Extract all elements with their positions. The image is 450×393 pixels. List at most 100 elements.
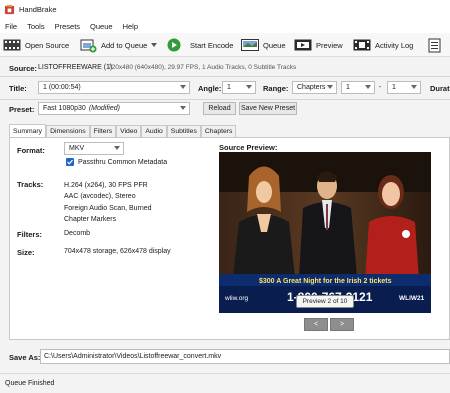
source-preview-image: $300 A Great Night for the Irish 2 ticke…	[219, 152, 431, 313]
menu-tools[interactable]: Tools	[22, 22, 50, 31]
ticker-text: $300 A Great Night for the Irish 2 ticke…	[259, 278, 392, 285]
tab-summary[interactable]: Summary	[9, 124, 47, 137]
duration-label: Durati	[430, 84, 450, 93]
preview-label: Preview	[316, 40, 343, 50]
save-as-path-input[interactable]: C:\Users\Administrator\Videos\Listoffree…	[40, 349, 450, 364]
track-item: AAC (avcodec), Stereo	[64, 193, 136, 201]
window-title: HandBrake	[19, 5, 57, 14]
preset-select-value: Fast 1080p30	[43, 105, 86, 112]
presets-icon	[428, 38, 441, 52]
angle-label: Angle:	[198, 84, 222, 93]
track-item: Foreign Audio Scan, Burned	[64, 204, 152, 212]
queue-label: Queue	[263, 40, 286, 50]
filters-value: Decomb	[64, 230, 91, 237]
track-item: Chapter Markers	[64, 215, 117, 223]
range-type-select[interactable]: Chapters	[292, 81, 337, 94]
preview-button[interactable]: Preview	[294, 36, 343, 54]
check-icon	[67, 159, 73, 165]
range-end-select[interactable]: 1	[387, 81, 421, 94]
tab-chapters[interactable]: Chapters	[200, 125, 237, 137]
presets-button[interactable]	[428, 36, 442, 54]
chevron-down-icon	[180, 106, 186, 110]
title-bar: HandBrake	[0, 0, 450, 19]
chevron-down-icon	[114, 146, 120, 150]
range-type-value: Chapters	[297, 84, 326, 91]
format-select-value: MKV	[69, 145, 85, 152]
range-separator: -	[379, 84, 382, 91]
add-queue-icon	[80, 39, 97, 52]
menu-presets[interactable]: Presets	[50, 22, 85, 31]
preset-label: Preset:	[9, 105, 35, 114]
tab-subtitles[interactable]: Subtitles	[166, 125, 201, 137]
activity-log-button[interactable]: Activity Log	[353, 36, 413, 54]
preview-scene: $300 A Great Night for the Irish 2 ticke…	[219, 152, 431, 313]
tab-filters[interactable]: Filters	[89, 125, 117, 137]
chevron-down-icon	[411, 85, 417, 89]
add-to-queue-label: Add to Queue	[101, 40, 148, 50]
handbrake-logo-icon	[4, 4, 15, 15]
reload-button[interactable]: Reload	[203, 102, 236, 115]
chevron-down-icon	[246, 85, 252, 89]
divider	[0, 76, 450, 77]
tab-video[interactable]: Video	[116, 125, 142, 137]
preset-modified: (Modified)	[88, 105, 120, 112]
format-select[interactable]: MKV	[64, 142, 124, 155]
source-preview-label: Source Preview:	[219, 143, 278, 152]
menu-queue[interactable]: Queue	[85, 22, 118, 31]
preview-counter: Preview 2 of 10	[296, 295, 354, 308]
station-left: wliw.org	[224, 295, 249, 302]
chevron-down-icon	[180, 85, 186, 89]
save-as-label: Save As:	[9, 353, 41, 362]
queue-icon	[241, 39, 259, 51]
preset-select[interactable]: Fast 1080p30 (Modified)	[38, 102, 190, 115]
tab-bar: Summary Dimensions Filters Video Audio S…	[9, 124, 237, 137]
range-end-value: 1	[392, 84, 396, 91]
activity-log-label: Activity Log	[375, 40, 414, 50]
title-label: Title:	[9, 84, 27, 93]
toolbar: Open Source Add to Queue Start Encode Qu…	[0, 33, 450, 57]
station-right: WLIW21	[399, 295, 425, 302]
status-bar: Queue Finished	[0, 373, 450, 393]
preview-next-button[interactable]: >	[330, 318, 354, 331]
start-encode-button[interactable]: Start Encode	[167, 36, 233, 54]
tab-audio[interactable]: Audio	[141, 125, 167, 137]
range-start-select[interactable]: 1	[341, 81, 375, 94]
queue-button[interactable]: Queue	[241, 36, 286, 54]
status-text: Queue Finished	[5, 380, 55, 387]
title-select-value: 1 (00:00:54)	[43, 84, 81, 91]
range-start-value: 1	[346, 84, 350, 91]
passthru-checkbox[interactable]	[66, 158, 74, 166]
play-icon	[167, 38, 181, 52]
add-to-queue-button[interactable]: Add to Queue	[80, 36, 158, 54]
start-encode-label: Start Encode	[190, 40, 234, 50]
angle-select-value: 1	[227, 84, 231, 91]
tracks-label: Tracks:	[17, 180, 44, 189]
chevron-down-icon	[365, 85, 371, 89]
preview-prev-button[interactable]: <	[304, 318, 328, 331]
open-source-button[interactable]: Open Source	[3, 36, 69, 54]
range-label: Range:	[263, 84, 289, 93]
film-open-icon	[3, 39, 21, 51]
save-as-path-value: C:\Users\Administrator\Videos\Listoffree…	[44, 353, 222, 360]
source-label: Source:	[9, 64, 37, 73]
size-value: 704x478 storage, 626x478 display	[64, 248, 171, 255]
tab-dimensions[interactable]: Dimensions	[46, 125, 90, 137]
passthru-label: Passthru Common Metadata	[78, 159, 168, 166]
title-select[interactable]: 1 (00:00:54)	[38, 81, 190, 94]
filters-label: Filters:	[17, 230, 43, 239]
size-label: Size:	[17, 248, 35, 257]
chevron-down-icon	[327, 85, 333, 89]
preview-film-icon	[294, 39, 312, 51]
menu-file[interactable]: File	[0, 22, 22, 31]
chevron-down-icon[interactable]	[151, 43, 158, 47]
tracks-list: H.264 (x264), 30 FPS PFR AAC (avcodec), …	[64, 180, 152, 225]
menu-help[interactable]: Help	[118, 22, 143, 31]
format-label: Format:	[17, 146, 45, 155]
source-name: LISTOFFREEWARE (1)	[38, 64, 113, 71]
divider	[0, 99, 450, 100]
open-source-label: Open Source	[25, 40, 70, 50]
angle-select[interactable]: 1	[222, 81, 256, 94]
source-info: 720x480 (640x480), 29.97 FPS, 1 Audio Tr…	[108, 64, 297, 71]
save-new-preset-button[interactable]: Save New Preset	[239, 102, 297, 115]
menu-bar: File Tools Presets Queue Help	[0, 19, 450, 33]
